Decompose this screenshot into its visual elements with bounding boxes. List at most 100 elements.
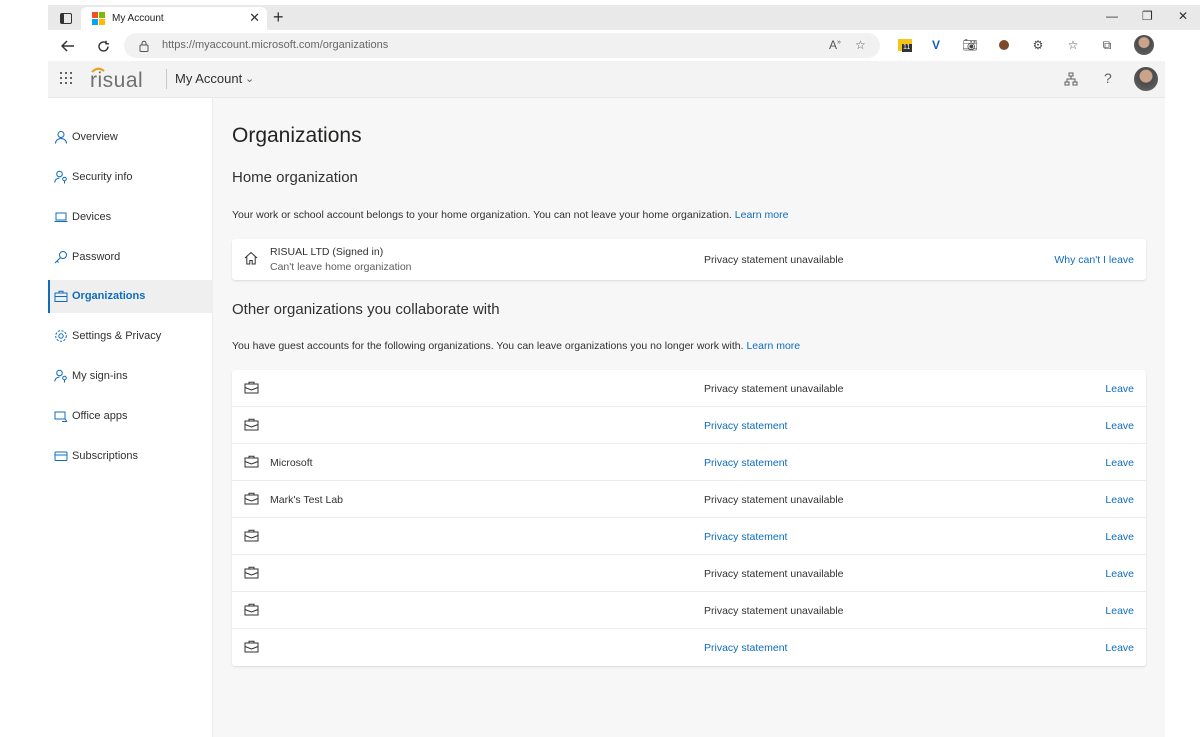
main-content: Organizations Home organization Your wor… — [213, 98, 1165, 737]
organization-row: Microsoft Privacy statement Leave — [232, 444, 1146, 481]
organization-row: Mark's Test Lab Privacy statement unavail… — [232, 481, 1146, 518]
nav-item-settings-privacy[interactable]: Settings & Privacy — [48, 320, 213, 353]
leave-organization-link[interactable]: Leave — [1105, 383, 1134, 395]
favorites-add-icon[interactable]: ☆ — [855, 38, 866, 52]
nav-label: Organizations — [72, 290, 146, 302]
extension-v-icon[interactable]: V — [927, 35, 945, 55]
organization-row: Privacy statement Leave — [232, 629, 1146, 666]
chevron-down-icon[interactable]: ⌄ — [245, 72, 254, 85]
home-icon — [244, 251, 258, 265]
other-organizations-heading: Other organizations you collaborate with — [232, 301, 500, 318]
user-avatar[interactable] — [1134, 67, 1158, 91]
app-launcher-icon[interactable] — [60, 72, 74, 86]
tab-title: My Account — [112, 13, 164, 24]
read-aloud-icon[interactable]: A» — [829, 38, 841, 52]
nav-label: Office apps — [72, 410, 128, 422]
title-bar: My Account ✕ + — ❐ ✕ — [48, 5, 1200, 30]
lock-icon[interactable] — [139, 39, 149, 57]
leave-organization-link[interactable]: Leave — [1105, 420, 1134, 432]
person-icon — [55, 131, 67, 144]
extension-calendar-icon[interactable]: 11 — [896, 35, 914, 55]
nav-label: Security info — [72, 171, 133, 183]
leave-organization-link[interactable]: Leave — [1105, 568, 1134, 580]
why-cant-i-leave-link[interactable]: Why can't I leave — [1054, 254, 1134, 266]
privacy-statement-link[interactable]: Privacy statement — [704, 457, 787, 469]
briefcase-icon — [244, 455, 259, 468]
app-name[interactable]: My Account — [175, 71, 242, 86]
address-bar-row: https://myaccount.microsoft.com/organiza… — [48, 30, 1200, 61]
restore-icon[interactable]: ❐ — [1142, 9, 1153, 23]
briefcase-icon — [244, 640, 259, 653]
briefcase-icon — [244, 603, 259, 616]
leave-organization-link[interactable]: Leave — [1105, 531, 1134, 543]
organization-row: Privacy statement unavailable Leave — [232, 555, 1146, 592]
nav-item-organizations[interactable]: Organizations — [48, 280, 213, 313]
home-privacy-status: Privacy statement unavailable — [704, 254, 844, 266]
leave-organization-link[interactable]: Leave — [1105, 457, 1134, 469]
nav-item-security-info[interactable]: Security info — [48, 161, 213, 194]
extensions-icon[interactable]: ⚙︎ — [1029, 35, 1047, 55]
leave-organization-link[interactable]: Leave — [1105, 605, 1134, 617]
extension-cookie-icon[interactable] — [995, 35, 1013, 55]
briefcase-icon — [244, 529, 259, 542]
tab-close-icon[interactable]: ✕ — [249, 10, 260, 26]
card-icon — [54, 451, 68, 461]
person-key-icon — [54, 369, 67, 383]
collections-icon[interactable]: ⧉ — [1098, 35, 1116, 55]
home-organization-card: RISUAL LTD (Signed in) Can't leave home … — [232, 239, 1146, 280]
privacy-status: Privacy statement unavailable — [704, 383, 844, 395]
other-organizations-description: You have guest accounts for the followin… — [232, 340, 800, 352]
other-learn-more-link[interactable]: Learn more — [746, 340, 800, 352]
gear-icon — [55, 330, 67, 342]
browser-tab[interactable]: My Account ✕ — [81, 7, 267, 30]
organizations-list: Privacy statement unavailable Leave Privac… — [232, 370, 1146, 666]
key-icon — [54, 251, 67, 264]
privacy-statement-link[interactable]: Privacy statement — [704, 420, 787, 432]
briefcase-icon — [54, 290, 68, 302]
refresh-icon[interactable] — [93, 36, 113, 56]
svg-text:risual: risual — [90, 69, 143, 92]
nav-label: Password — [72, 251, 121, 263]
office-apps-icon — [54, 411, 68, 422]
nav-item-my-sign-ins[interactable]: My sign-ins — [48, 360, 213, 393]
organization-row: Privacy statement unavailable Leave — [232, 370, 1146, 407]
briefcase-icon — [244, 492, 259, 505]
nav-item-subscriptions[interactable]: Subscriptions — [48, 440, 213, 473]
camera-icon[interactable]: 📷︎ — [961, 35, 979, 55]
briefcase-icon — [244, 381, 259, 394]
microsoft-logo-icon — [92, 12, 105, 25]
nav-item-password[interactable]: Password — [48, 241, 213, 274]
browser-window: My Account ✕ + — ❐ ✕ https://myaccount.m… — [48, 5, 1200, 737]
app-header: risual My Account ⌄ ? — [48, 61, 1165, 98]
briefcase-icon — [244, 418, 259, 431]
new-tab-button[interactable]: + — [273, 7, 284, 28]
nav-item-overview[interactable]: Overview — [48, 121, 213, 154]
browser-profile-avatar[interactable] — [1134, 35, 1154, 55]
organization-row: Privacy statement Leave — [232, 518, 1146, 555]
nav-label: My sign-ins — [72, 370, 128, 382]
leave-organization-link[interactable]: Leave — [1105, 642, 1134, 654]
nav-item-office-apps[interactable]: Office apps — [48, 400, 213, 433]
privacy-statement-link[interactable]: Privacy statement — [704, 531, 787, 543]
risual-logo[interactable]: risual — [90, 66, 156, 92]
leave-organization-link[interactable]: Leave — [1105, 494, 1134, 506]
nav-label: Overview — [72, 131, 118, 143]
privacy-statement-link[interactable]: Privacy statement — [704, 642, 787, 654]
help-icon[interactable]: ? — [1104, 70, 1112, 86]
organization-chart-icon[interactable] — [1064, 72, 1078, 91]
nav-item-devices[interactable]: Devices — [48, 201, 213, 234]
favorites-icon[interactable]: ☆ — [1064, 35, 1082, 55]
address-input[interactable]: https://myaccount.microsoft.com/organiza… — [124, 33, 880, 58]
organization-name: Microsoft — [270, 457, 313, 469]
minimize-icon[interactable]: — — [1106, 9, 1118, 23]
back-icon[interactable] — [58, 36, 78, 56]
home-organization-heading: Home organization — [232, 169, 358, 186]
nav-label: Subscriptions — [72, 450, 139, 462]
home-org-subtext: Can't leave home organization — [270, 261, 412, 273]
tab-actions-icon[interactable] — [57, 9, 75, 27]
header-divider — [166, 69, 167, 89]
home-description-text: Your work or school account belongs to y… — [232, 209, 732, 221]
home-learn-more-link[interactable]: Learn more — [735, 209, 789, 221]
close-window-icon[interactable]: ✕ — [1178, 9, 1188, 23]
other-description-text: You have guest accounts for the followin… — [232, 340, 744, 352]
